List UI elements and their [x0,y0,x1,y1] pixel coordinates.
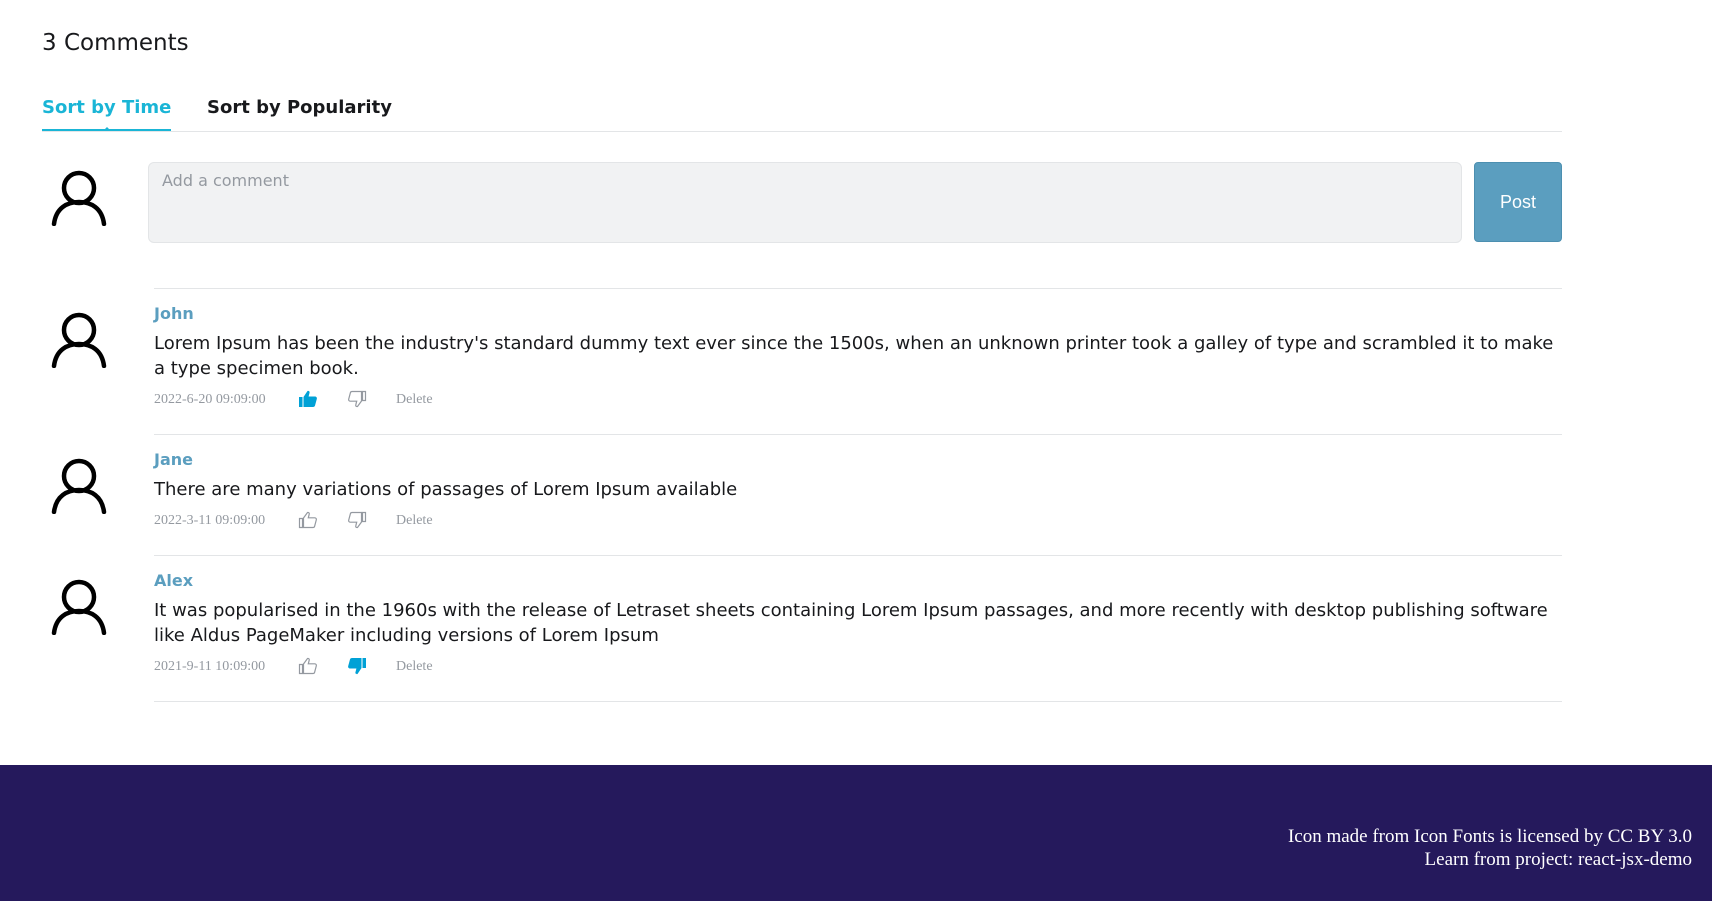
footer: Icon made from Icon Fonts is licensed by… [0,765,1712,901]
comment-username[interactable]: Alex [154,571,193,590]
tab-sort-by-popularity[interactable]: Sort by Popularity [207,86,392,131]
delete-button[interactable]: Delete [396,513,433,529]
like-button[interactable] [298,510,320,532]
comment-text: It was popularised in the 1960s with the… [154,600,1548,646]
user-outline-icon [51,170,107,226]
comment-text: Lorem Ipsum has been the industry's stan… [154,333,1554,379]
comment-time: 2021-9-11 10:09:00 [154,659,266,674]
thumbs-up-icon [299,390,317,407]
avatar [50,577,108,635]
divider [154,434,1562,435]
thumbs-up-icon [298,511,317,529]
add-comment-input[interactable] [148,162,1462,243]
comment-username[interactable]: Jane [154,450,193,469]
post-button[interactable]: Post [1474,162,1562,242]
divider [154,555,1562,556]
divider [154,701,1562,702]
comment-text: There are many variations of passages of… [154,479,738,500]
thumbs-down-icon [348,511,367,529]
comment-time: 2022-6-20 09:09:00 [154,392,266,407]
footer-license-text: Icon made from Icon Fonts is licensed by… [1287,826,1692,847]
avatar [50,310,108,368]
user-outline-icon [51,458,107,514]
dislike-button[interactable] [347,510,369,532]
divider [154,288,1562,289]
dislike-button[interactable] [347,656,369,678]
avatar [50,456,108,514]
tab-sort-by-time[interactable]: Sort by Time [42,86,172,131]
dislike-button[interactable] [347,389,369,411]
comment-username[interactable]: John [154,304,194,323]
sort-tabs: Sort by Time Sort by Popularity [42,86,1562,132]
comment-time: 2022-3-11 09:09:00 [154,513,266,528]
like-button[interactable] [298,656,320,678]
user-outline-icon [51,312,107,368]
comment-count-title: 3 Comments [42,30,189,56]
thumbs-down-icon [348,390,367,408]
thumbs-down-icon [348,658,366,675]
thumbs-up-icon [298,657,317,675]
delete-button[interactable]: Delete [396,659,433,675]
current-user-avatar [50,168,108,226]
footer-project-text: Learn from project: react-jsx-demo [1424,849,1692,870]
like-button[interactable] [298,389,320,411]
delete-button[interactable]: Delete [396,392,433,408]
user-outline-icon [51,579,107,635]
